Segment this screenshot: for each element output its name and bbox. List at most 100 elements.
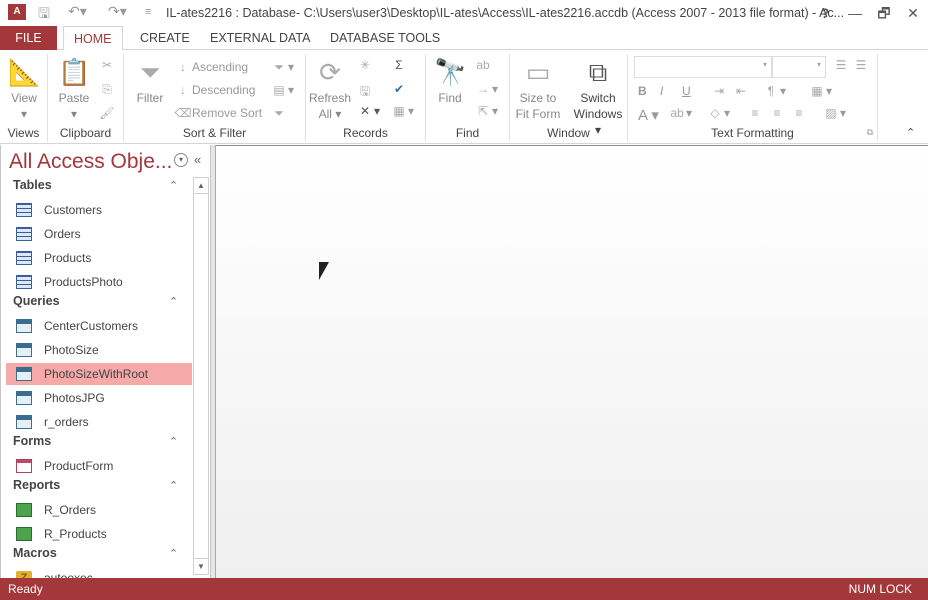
nav-item[interactable]: Customers [6, 199, 192, 221]
background-color-button[interactable]: ◇ ▾ [706, 106, 730, 120]
tab-database-tools[interactable]: DATABASE TOOLS [320, 26, 450, 50]
tab-home[interactable]: HOME [63, 26, 123, 51]
format-painter-button[interactable]: 🖌 [98, 106, 116, 120]
paste-icon: 📋 [58, 57, 91, 87]
tab-file[interactable]: FILE [0, 26, 57, 50]
query-icon [16, 415, 32, 429]
paragraph-direction-button[interactable]: ¶ ▾ [762, 84, 786, 98]
alternate-row-color-button[interactable]: ▨ ▾ [822, 106, 846, 120]
nav-item[interactable]: PhotoSizeWithRoot [6, 363, 192, 385]
highlight-button[interactable]: ab ▾ [668, 106, 692, 120]
view-button[interactable]: 📐 View ▾ [4, 56, 44, 122]
size-to-fit-icon: ▭ [525, 57, 551, 87]
decrease-indent-button[interactable]: ⇤ [732, 84, 750, 98]
save-record-button[interactable]: 🖫 [356, 82, 374, 103]
status-bar: Ready NUM LOCK [0, 578, 928, 600]
nav-item[interactable]: PhotosJPG [6, 387, 192, 409]
collapse-category-icon[interactable]: ⌃ [169, 547, 178, 560]
underline-button[interactable]: U [682, 84, 691, 98]
tab-create[interactable]: CREATE [130, 26, 200, 50]
collapse-category-icon[interactable]: ⌃ [169, 479, 178, 492]
switch-windows-icon: ⧉ [588, 57, 608, 87]
nav-item-label: ProductsPhoto [44, 275, 123, 289]
nav-item[interactable]: R_Orders [6, 499, 192, 521]
nav-category-queries[interactable]: Queries [13, 294, 60, 308]
report-icon [16, 503, 32, 517]
nav-item-label: r_orders [44, 415, 89, 429]
collapse-category-icon[interactable]: ⌃ [169, 295, 178, 308]
access-app-icon[interactable]: A [8, 4, 26, 20]
bullets-button[interactable]: ☰ [832, 58, 850, 72]
collapse-category-icon[interactable]: ⌃ [169, 179, 178, 192]
sort-ascending-icon: ↓ [180, 60, 186, 74]
nav-category-forms[interactable]: Forms [13, 434, 51, 448]
collapse-pane-icon[interactable]: « [194, 152, 201, 167]
remove-sort-button[interactable]: ⌫Remove Sort [174, 106, 263, 120]
help-button[interactable]: ? [814, 3, 836, 23]
increase-indent-button[interactable]: ⇥ [710, 84, 728, 98]
nav-pane-title[interactable]: All Access Obje... [9, 150, 172, 174]
cut-button[interactable]: ✂ [98, 58, 116, 72]
totals-button[interactable]: Σ [390, 58, 408, 72]
font-color-button[interactable]: A ▾ [638, 106, 659, 124]
nav-item[interactable]: R_Products [6, 523, 192, 545]
collapse-ribbon-icon[interactable]: ⌃ [906, 126, 915, 139]
form-icon [16, 459, 32, 473]
numbering-button[interactable]: ☰ [852, 58, 870, 72]
nav-item[interactable]: ProductsPhoto [6, 271, 192, 293]
advanced-button[interactable]: ▤ ▾ [270, 83, 294, 97]
selection-button[interactable]: ⏷ ▾ [270, 60, 294, 75]
nav-category-reports[interactable]: Reports [13, 478, 60, 492]
nav-item[interactable]: r_orders [6, 411, 192, 433]
nav-menu-chevron-icon[interactable]: ▾ [174, 153, 188, 167]
dialog-launcher-icon[interactable]: ⧉ [867, 127, 873, 138]
bold-button[interactable]: B [638, 84, 647, 98]
nav-item[interactable]: CenterCustomers [6, 315, 192, 337]
scroll-up-icon[interactable]: ▲ [194, 178, 208, 194]
tab-external-data[interactable]: EXTERNAL DATA [200, 26, 320, 50]
nav-item-label: PhotoSize [44, 343, 99, 357]
align-left-button[interactable]: ≡ [746, 106, 764, 120]
align-right-button[interactable]: ≡ [790, 106, 808, 120]
font-size-combo[interactable]: ▾ [772, 56, 826, 78]
nav-category-tables[interactable]: Tables [13, 178, 52, 192]
ascending-button[interactable]: ↓ Ascending [174, 60, 248, 74]
italic-button[interactable]: I [660, 84, 663, 98]
go-to-button[interactable]: → ▾ [474, 82, 498, 96]
new-record-button[interactable]: ✳ [356, 58, 374, 72]
nav-item[interactable]: PhotoSize [6, 339, 192, 361]
more-button[interactable]: ▦ ▾ [390, 104, 414, 118]
paste-button[interactable]: 📋 Paste ▾ [54, 56, 94, 122]
scroll-down-icon[interactable]: ▼ [194, 558, 208, 574]
navigation-pane: All Access Obje... ▾ « ▲ ▼ Tables ⌃ Custom… [0, 145, 211, 585]
toggle-filter-button[interactable]: ⏷ [270, 106, 288, 121]
close-button[interactable]: ✕ [902, 3, 924, 23]
nav-category-macros[interactable]: Macros [13, 546, 57, 560]
size-to-fit-form-button[interactable]: ▭ Size to Fit Form [512, 56, 564, 122]
align-center-button[interactable]: ≡ [768, 106, 786, 120]
nav-item[interactable]: ProductForm [6, 455, 192, 477]
refresh-all-button[interactable]: ⟳ Refresh All ▾ [308, 56, 352, 122]
customize-qat-icon[interactable]: ≡ [145, 6, 151, 18]
replace-button[interactable]: ab [474, 58, 492, 72]
filter-button[interactable]: ⏷ Filter [130, 56, 170, 106]
nav-item[interactable]: Orders [6, 223, 192, 245]
delete-button[interactable]: ✕ ▾ [356, 104, 380, 118]
gridlines-button[interactable]: ▦ ▾ [808, 84, 832, 98]
restore-button[interactable]: 🗗 [873, 3, 895, 23]
descending-button[interactable]: ↓ Descending [174, 83, 255, 97]
minimize-button[interactable]: — [844, 3, 866, 23]
find-button[interactable]: 🔭 Find [430, 56, 470, 106]
nav-item[interactable]: Products [6, 247, 192, 269]
nav-scrollbar[interactable]: ▲ ▼ [193, 177, 209, 575]
spelling-button[interactable]: ✔ [390, 82, 408, 96]
font-name-combo[interactable]: ▾ [634, 56, 772, 78]
collapse-category-icon[interactable]: ⌃ [169, 435, 178, 448]
save-icon[interactable]: 🖫 [38, 3, 50, 27]
view-icon: 📐 [8, 57, 41, 87]
copy-button[interactable]: ⎘ [98, 82, 116, 97]
undo-icon[interactable]: ↶▾ [68, 3, 87, 20]
redo-icon[interactable]: ↷▾ [108, 3, 127, 20]
new-record-icon: ✳ [359, 58, 371, 72]
select-button[interactable]: ⇱ ▾ [474, 104, 498, 118]
